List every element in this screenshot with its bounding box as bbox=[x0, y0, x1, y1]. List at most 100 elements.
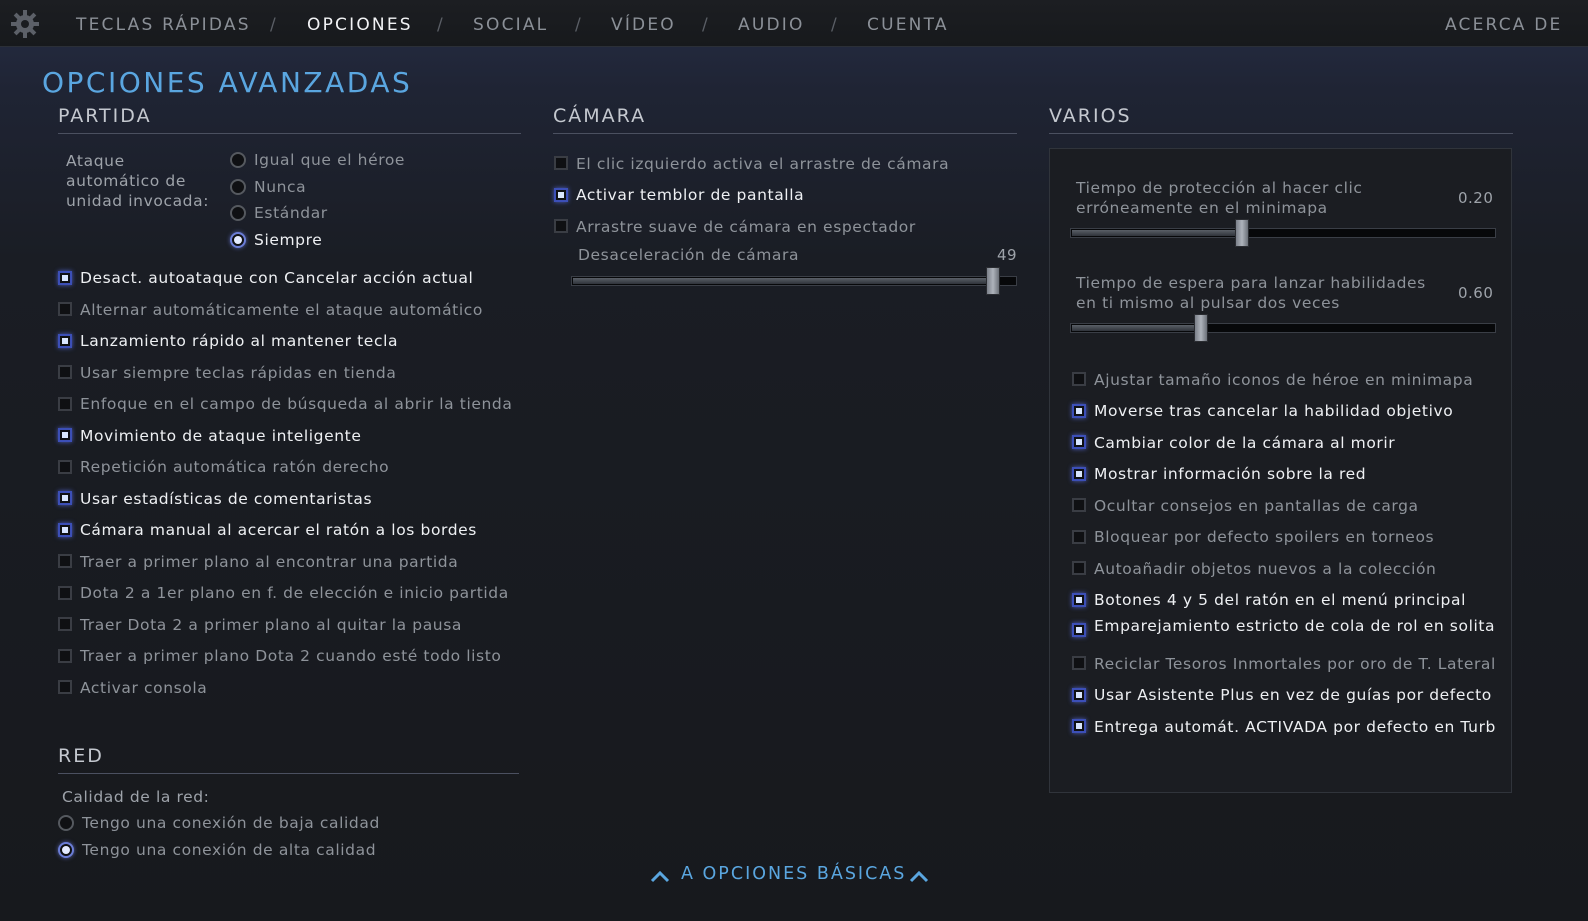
checkbox[interactable] bbox=[1072, 372, 1086, 386]
checkbox-label: Movimiento de ataque inteligente bbox=[80, 427, 362, 445]
checkbox-label: Usar Asistente Plus en vez de guías por … bbox=[1094, 686, 1492, 704]
tab-video[interactable]: VÍDEO bbox=[611, 15, 676, 35]
checkbox[interactable] bbox=[1072, 688, 1086, 702]
radio-low-quality[interactable] bbox=[58, 815, 74, 831]
checkbox[interactable] bbox=[1072, 561, 1086, 575]
checkbox[interactable] bbox=[58, 365, 72, 379]
slider-label-desaceleracion: Desaceleración de cámara bbox=[578, 246, 800, 264]
checkbox-label: Lanzamiento rápido al mantener tecla bbox=[80, 332, 399, 350]
checkbox[interactable] bbox=[58, 554, 72, 568]
checkbox[interactable] bbox=[58, 460, 72, 474]
nav-separator: / bbox=[831, 15, 837, 35]
slider-value: 0.60 bbox=[1458, 284, 1494, 302]
tab-cuenta[interactable]: CUENTA bbox=[867, 15, 949, 35]
checkbox[interactable] bbox=[1072, 593, 1086, 607]
checkbox-label: Cámara manual al acercar el ratón a los … bbox=[80, 521, 477, 539]
checkbox-label: Activar temblor de pantalla bbox=[576, 186, 805, 204]
checkbox[interactable] bbox=[1072, 435, 1086, 449]
slider-doble-pulsacion[interactable] bbox=[1070, 323, 1496, 333]
radio-estandar[interactable] bbox=[230, 205, 246, 221]
radio-high-quality[interactable] bbox=[58, 842, 74, 858]
nav-separator: / bbox=[270, 15, 276, 35]
slider-proteccion-minimapa[interactable] bbox=[1070, 228, 1496, 238]
checkbox[interactable] bbox=[1072, 467, 1086, 481]
checkbox[interactable] bbox=[1072, 404, 1086, 418]
checkbox-label: Ocultar consejos en pantallas de carga bbox=[1094, 497, 1419, 515]
checkbox-label: Moverse tras cancelar la habilidad objet… bbox=[1094, 402, 1454, 420]
checkbox-label: Arrastre suave de cámara en espectador bbox=[576, 218, 916, 236]
radio-label: Siempre bbox=[254, 231, 323, 249]
autoattack-label: Ataque automático de unidad invocada: bbox=[66, 152, 210, 210]
checkbox[interactable] bbox=[58, 586, 72, 600]
radio-label: Tengo una conexión de alta calidad bbox=[82, 841, 377, 859]
chevron-up-icon[interactable] bbox=[909, 869, 929, 883]
radio-siempre[interactable] bbox=[230, 232, 246, 248]
radio-label: Nunca bbox=[254, 178, 307, 196]
checkbox-label: Traer Dota 2 a primer plano al quitar la… bbox=[80, 616, 463, 634]
slider-label-doble-pulsacion: Tiempo de espera para lanzar habilidades… bbox=[1076, 274, 1426, 312]
checkbox-label: Mostrar información sobre la red bbox=[1094, 465, 1367, 483]
radio-nunca[interactable] bbox=[230, 179, 246, 195]
slider-thumb[interactable] bbox=[1234, 219, 1249, 247]
checkbox[interactable] bbox=[58, 491, 72, 505]
slider-thumb[interactable] bbox=[1193, 314, 1208, 342]
checkbox[interactable] bbox=[1072, 623, 1086, 637]
page-title: OPCIONES AVANZADAS bbox=[42, 66, 413, 99]
slider-desaceleracion[interactable] bbox=[571, 276, 1017, 286]
checkbox[interactable] bbox=[1072, 498, 1086, 512]
slider-value: 49 bbox=[997, 246, 1018, 264]
checkbox[interactable] bbox=[554, 219, 568, 233]
tab-social[interactable]: SOCIAL bbox=[473, 15, 548, 35]
checkbox[interactable] bbox=[58, 397, 72, 411]
nav-separator: / bbox=[437, 15, 443, 35]
checkbox-label: Emparejamiento estricto de cola de rol e… bbox=[1094, 617, 1496, 635]
section-divider bbox=[58, 133, 521, 134]
slider-label-proteccion: Tiempo de protección al hacer clic errón… bbox=[1076, 179, 1363, 217]
checkbox-label: Dota 2 a 1er plano en f. de elección e i… bbox=[80, 584, 509, 602]
checkbox-label: El clic izquierdo activa el arrastre de … bbox=[576, 155, 950, 173]
basic-options-link[interactable]: A OPCIONES BÁSICAS bbox=[681, 864, 906, 884]
checkbox[interactable] bbox=[554, 188, 568, 202]
nav-separator: / bbox=[575, 15, 581, 35]
slider-fill bbox=[1072, 325, 1200, 331]
checkbox-label: Bloquear por defecto spoilers en torneos bbox=[1094, 528, 1435, 546]
slider-thumb[interactable] bbox=[985, 267, 1000, 295]
checkbox-label: Traer a primer plano Dota 2 cuando esté … bbox=[80, 647, 502, 665]
checkbox[interactable] bbox=[1072, 530, 1086, 544]
gear-icon[interactable] bbox=[10, 9, 40, 39]
checkbox-label: Usar siempre teclas rápidas en tienda bbox=[80, 364, 397, 382]
tab-opciones[interactable]: OPCIONES bbox=[307, 15, 413, 35]
checkbox[interactable] bbox=[58, 271, 72, 285]
checkbox[interactable] bbox=[1072, 656, 1086, 670]
radio-igual-que-heroe[interactable] bbox=[230, 152, 246, 168]
checkbox[interactable] bbox=[58, 334, 72, 348]
slider-value: 0.20 bbox=[1458, 189, 1494, 207]
checkbox-label: Autoañadir objetos nuevos a la colección bbox=[1094, 560, 1437, 578]
checkbox[interactable] bbox=[58, 617, 72, 631]
checkbox-label: Usar estadísticas de comentaristas bbox=[80, 490, 373, 508]
checkbox-label: Ajustar tamaño iconos de héroe en minima… bbox=[1094, 371, 1474, 389]
tab-teclas-rapidas[interactable]: TECLAS RÁPIDAS bbox=[76, 15, 251, 35]
checkbox-label: Alternar automáticamente el ataque autom… bbox=[80, 301, 483, 319]
checkbox[interactable] bbox=[58, 523, 72, 537]
radio-label: Tengo una conexión de baja calidad bbox=[82, 814, 380, 832]
checkbox[interactable] bbox=[554, 156, 568, 170]
checkbox-label: Traer a primer plano al encontrar una pa… bbox=[80, 553, 459, 571]
checkbox[interactable] bbox=[58, 680, 72, 694]
checkbox-label: Activar consola bbox=[80, 679, 208, 697]
checkbox-label: Entrega automát. ACTIVADA por defecto en… bbox=[1094, 718, 1496, 736]
checkbox-label: Repetición automática ratón derecho bbox=[80, 458, 390, 476]
checkbox[interactable] bbox=[58, 649, 72, 663]
chevron-up-icon[interactable] bbox=[650, 869, 670, 883]
checkbox[interactable] bbox=[58, 302, 72, 316]
section-title-partida: PARTIDA bbox=[58, 105, 152, 127]
slider-fill bbox=[573, 278, 1000, 284]
slider-fill bbox=[1072, 230, 1242, 236]
checkbox-label: Cambiar color de la cámara al morir bbox=[1094, 434, 1396, 452]
tab-audio[interactable]: AUDIO bbox=[738, 15, 805, 35]
tab-acerca-de[interactable]: ACERCA DE bbox=[1445, 15, 1562, 35]
checkbox[interactable] bbox=[1072, 719, 1086, 733]
radio-label: Igual que el héroe bbox=[254, 151, 406, 169]
checkbox[interactable] bbox=[58, 428, 72, 442]
checkbox-label: Desact. autoataque con Cancelar acción a… bbox=[80, 269, 474, 287]
